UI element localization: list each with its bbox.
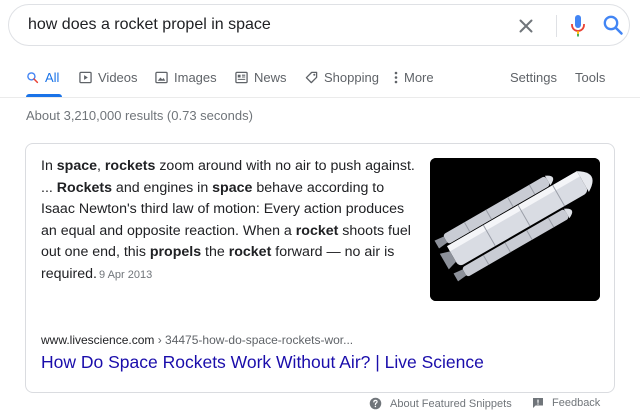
settings-link[interactable]: Settings — [510, 58, 557, 96]
tab-label: Videos — [98, 69, 138, 85]
rocket-image — [430, 158, 600, 301]
search-bar — [8, 4, 630, 46]
help-icon — [369, 397, 382, 410]
tab-shopping[interactable]: Shopping — [305, 58, 379, 96]
video-icon — [79, 71, 92, 83]
news-icon — [235, 71, 248, 83]
tab-more[interactable]: More — [394, 58, 434, 96]
feedback-icon — [533, 398, 543, 408]
close-icon — [519, 19, 533, 33]
snippet-fragment: In — [41, 158, 57, 174]
snippet-fragment: and engines in — [111, 179, 213, 196]
result-stats: About 3,210,000 results (0.73 seconds) — [26, 108, 253, 123]
feedback-label: Feedback — [552, 397, 601, 409]
tab-label: Images — [174, 69, 217, 85]
source-path: › 34475-how-do-space-rockets-wor... — [154, 333, 354, 347]
snippet-keyword: Rockets — [56, 179, 112, 196]
settings-label: Settings — [510, 69, 557, 85]
tab-label: More — [404, 69, 434, 85]
tab-all[interactable]: All — [26, 58, 59, 96]
snippet-keyword: rocket — [295, 222, 339, 239]
result-title-link[interactable]: How Do Space Rockets Work Without Air? |… — [41, 352, 484, 373]
snippet-keyword: rockets — [104, 158, 156, 174]
tab-label: All — [45, 69, 60, 85]
search-divider — [556, 15, 557, 37]
search-button[interactable] — [601, 13, 625, 37]
tab-label: News — [254, 69, 287, 85]
search-icon — [27, 71, 39, 83]
snippet-fragment: , — [97, 158, 105, 174]
result-source[interactable]: www.livescience.com › 34475-how-do-space… — [41, 333, 353, 347]
tab-label: Shopping — [324, 69, 379, 85]
about-label: About Featured Snippets — [390, 397, 512, 410]
tab-videos[interactable]: Videos — [79, 58, 138, 96]
tools-label: Tools — [575, 69, 606, 85]
snippet-keyword: rocket — [228, 244, 272, 261]
search-tabs: All Videos Images News Shopping More Set… — [0, 58, 640, 98]
clear-search-button[interactable] — [514, 14, 538, 38]
tag-icon — [305, 71, 318, 83]
source-domain: www.livescience.com — [41, 333, 155, 347]
featured-snippet: In space, rockets zoom around with no ai… — [25, 143, 615, 393]
tab-images[interactable]: Images — [155, 58, 217, 96]
search-input[interactable] — [28, 5, 498, 45]
tabs-divider — [0, 97, 640, 98]
snippet-fragment: the — [201, 244, 229, 261]
snippet-keyword: propels — [149, 244, 202, 261]
snippet-date: 9 Apr 2013 — [99, 268, 153, 281]
snippet-thumbnail[interactable] — [430, 158, 600, 301]
about-featured-snippets-link[interactable]: About Featured Snippets — [369, 397, 512, 410]
snippet-body: In space, rockets zoom around with no ai… — [41, 158, 415, 282]
microphone-icon — [571, 15, 585, 37]
more-vert-icon — [394, 71, 398, 83]
snippet-keyword: space — [56, 158, 98, 174]
image-icon — [155, 71, 168, 83]
tools-link[interactable]: Tools — [575, 58, 605, 96]
search-icon — [603, 15, 623, 35]
snippet-keyword: space — [212, 179, 253, 196]
feedback-link[interactable]: Feedback — [532, 397, 600, 409]
voice-search-button[interactable] — [566, 13, 590, 39]
tab-news[interactable]: News — [235, 58, 287, 96]
snippet-text: In space, rockets zoom around with no ai… — [41, 156, 416, 287]
